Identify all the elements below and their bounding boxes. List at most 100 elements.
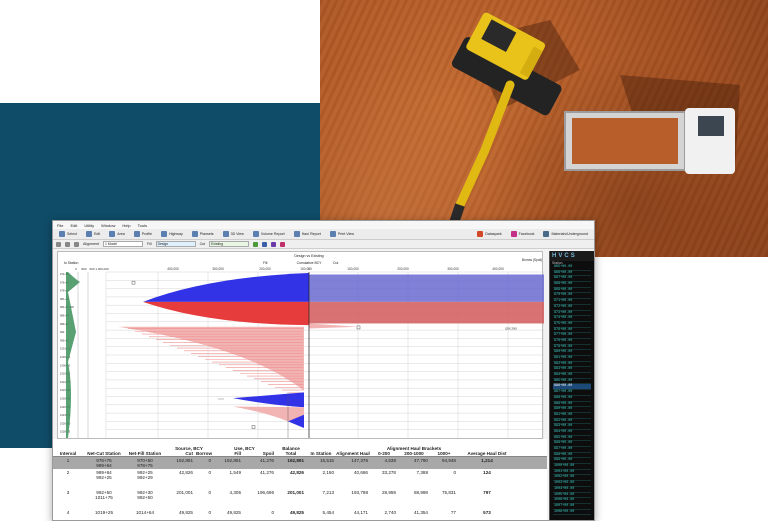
cell-avg-haul: 1,214: [481, 458, 493, 463]
cell-total: 162,891: [287, 458, 304, 463]
layer-icon[interactable]: [280, 241, 286, 247]
table-row[interactable]: 1 976+75 989+64 970+50 978+75 162,891 0 162,891…: [53, 457, 547, 469]
facebook-button[interactable]: Facebook: [508, 230, 538, 238]
header-spoil: Spoil: [262, 451, 274, 456]
menu-window[interactable]: Window: [101, 223, 115, 228]
cut-dropdown[interactable]: Existing: [209, 241, 250, 247]
edit-icon: [86, 231, 92, 237]
x-tick-label: 0: [308, 267, 310, 271]
menu-tools[interactable]: Tools: [138, 223, 147, 228]
cell-net-cut: 1019+25: [94, 510, 113, 515]
cell-borrow: 0: [208, 470, 211, 475]
table-row[interactable]: 3 992+50 1011+75 992+30 992+50 201,001 0 4,305 1…: [53, 489, 547, 509]
materials-button[interactable]: Materials/Underground: [540, 230, 591, 238]
zoom-icon[interactable]: [262, 241, 268, 247]
menu-file[interactable]: File: [57, 223, 63, 228]
header-net-cut: Net-Cut Station: [87, 451, 121, 456]
plansets-button[interactable]: Plansets: [189, 230, 217, 238]
alignment-dropdown[interactable]: 1 Model: [102, 241, 143, 247]
cell-b1: 4,638: [384, 458, 397, 463]
3d-view-button[interactable]: 3D View: [220, 230, 247, 238]
open-icon[interactable]: [65, 241, 70, 247]
menu-utility[interactable]: Utility: [84, 223, 94, 228]
x-tick-label: 400,000: [167, 267, 179, 271]
cell-fill: 4,305: [229, 490, 242, 495]
cell-b1: 2,740: [384, 510, 397, 515]
cell-b3: 94,948: [441, 458, 456, 463]
cell-net-fill: 970+50 978+75: [137, 458, 153, 469]
add-icon[interactable]: [253, 241, 259, 247]
volume-report-button[interactable]: Volume Report: [250, 230, 288, 238]
cell-b2: 41,354: [413, 510, 428, 515]
cell-in-station: 5,454: [322, 510, 335, 515]
fill-label: Fill: [146, 242, 152, 246]
save-icon[interactable]: [74, 241, 79, 247]
header-interval: Interval: [59, 451, 77, 456]
cell-spoil: 0: [271, 510, 274, 515]
table-row[interactable]: 4 1019+25 1014+64 49,825 0 49,825 0 49,825 5,454…: [53, 509, 547, 520]
highway-button[interactable]: Highway: [158, 230, 186, 238]
table-row[interactable]: 2 989+84 992+25 992+25 992+29 42,826 0 1,549 41,…: [53, 469, 547, 489]
cell-net-cut: 976+75 989+64: [96, 458, 112, 469]
header-net-fill: Net-Fill Station: [128, 451, 162, 456]
edit-button[interactable]: Edit: [83, 230, 103, 238]
menu-help[interactable]: Help: [122, 223, 130, 228]
print-view-button[interactable]: Print View: [327, 230, 357, 238]
cell-borrow: 0: [208, 458, 211, 463]
station-label: 992: [60, 330, 65, 334]
chart-title: Design vs Existing: [294, 254, 323, 258]
menu-edit[interactable]: Edit: [70, 223, 77, 228]
drag-handle: [131, 280, 136, 285]
cut-band: [309, 274, 544, 302]
color-icon[interactable]: [271, 241, 277, 247]
select-button[interactable]: Select: [56, 230, 80, 238]
cell-avg-haul: 573: [483, 510, 491, 515]
header-b3: 1000+: [437, 451, 451, 456]
cell-interval: 4: [66, 510, 70, 515]
cell-net-cut: 989+84 992+25: [96, 470, 112, 481]
cell-in-station: 7,213: [322, 490, 335, 495]
area-button[interactable]: Area: [106, 230, 128, 238]
header-source-group: Source, BCY Cut Borrow: [165, 446, 213, 456]
earthwork-app-window: File Edit Utility Window Help Tools Sele…: [52, 220, 595, 521]
volume-report-icon: [252, 231, 259, 237]
fill-band: [309, 301, 544, 324]
fill-lobe: [118, 326, 304, 391]
table-header: Interval Net-Cut Station Net-Fill Statio…: [53, 439, 547, 457]
station-label: 1006+50: [60, 363, 71, 367]
mass-haul-chart[interactable]: Design vs Existing to Station Fill Cumulati…: [57, 251, 544, 439]
cell-in-station: 15,515: [319, 458, 334, 463]
cell-alignment-haul: 147,376: [351, 458, 368, 463]
alignment-label: Alignment: [83, 242, 99, 246]
drag-handle: [356, 325, 361, 330]
cell-b1: 28,959: [381, 490, 396, 495]
select-icon: [59, 231, 65, 237]
cell-net-fill: 992+25 992+29: [137, 470, 153, 481]
plansets-icon: [191, 231, 198, 237]
cell-interval: 1: [66, 458, 70, 463]
new-icon[interactable]: [56, 241, 61, 247]
cell-alignment-haul: 40,666: [353, 470, 368, 475]
panel-h-icon[interactable]: H: [552, 253, 556, 259]
drag-handle: [251, 425, 256, 429]
fill-dropdown[interactable]: Design: [155, 241, 196, 247]
cell-spoil: 41,276: [259, 470, 274, 475]
panel-c-icon[interactable]: C: [564, 253, 568, 259]
3d-view-icon: [222, 231, 229, 237]
profile-button[interactable]: Profile: [131, 230, 155, 238]
header-avg-haul: Average Haul Dist: [467, 451, 507, 456]
x-tick-label: 400,000: [492, 267, 504, 271]
x-tick-label: 200,000: [397, 267, 409, 271]
fill-tail: [309, 323, 358, 329]
cell-total: 42,826: [289, 470, 304, 475]
dataspark-button[interactable]: Dataspark: [474, 230, 504, 238]
panel-s-icon[interactable]: S: [571, 253, 575, 259]
header-in-station: In Station: [310, 451, 332, 456]
dataspark-icon: [477, 231, 484, 237]
station-list-item[interactable]: 1008+00.00: [553, 510, 591, 516]
haul-table: Interval Net-Cut Station Net-Fill Statio…: [53, 439, 547, 520]
panel-v-icon[interactable]: V: [558, 253, 562, 259]
cell-fill: 1,549: [229, 470, 242, 475]
header-borrow: Borrow: [195, 451, 213, 456]
haul-report-button[interactable]: Haul Report: [291, 230, 324, 238]
